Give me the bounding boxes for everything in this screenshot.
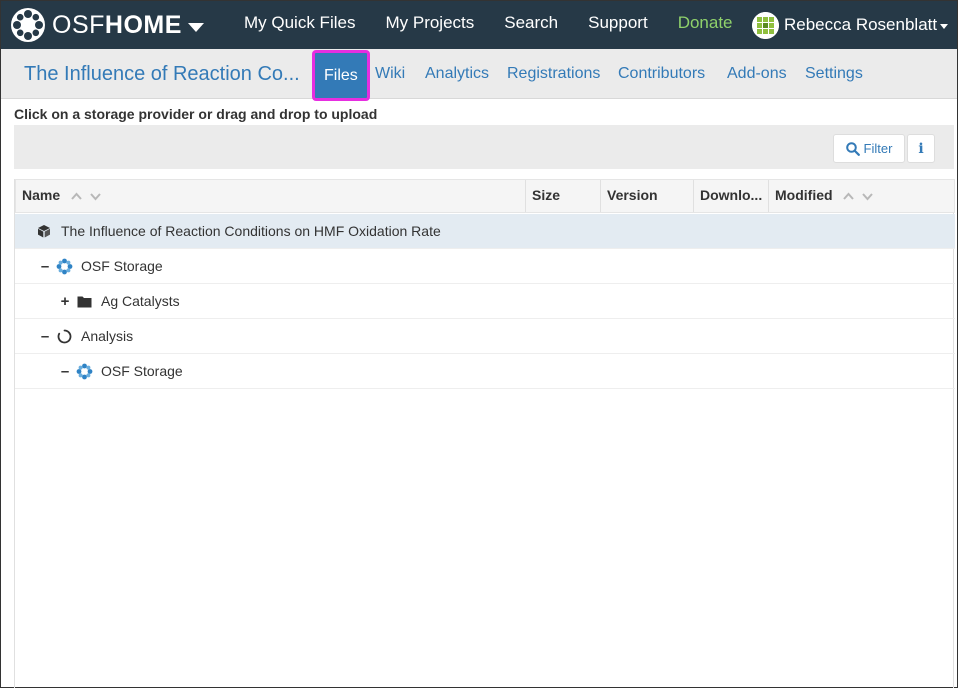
- tree-row-label: OSF Storage: [101, 363, 183, 379]
- nav-search[interactable]: Search: [489, 1, 573, 49]
- nav-my-projects[interactable]: My Projects: [370, 1, 489, 49]
- tree-row-analysis[interactable]: – Analysis: [15, 319, 955, 354]
- project-title-link[interactable]: The Influence of Reaction Co...: [24, 49, 300, 99]
- tree-row-ag-catalysts[interactable]: + Ag Catalysts: [15, 284, 955, 319]
- tab-registrations[interactable]: Registrations: [507, 49, 600, 99]
- brand-text: OSFHOME: [52, 11, 182, 40]
- sort-arrows-icon[interactable]: [842, 190, 876, 202]
- osf-storage-icon: [75, 362, 93, 380]
- column-name-label: Name: [22, 187, 61, 203]
- upload-hint: Click on a storage provider or drag and …: [14, 106, 378, 122]
- collapse-toggle[interactable]: –: [58, 363, 72, 380]
- collapse-toggle[interactable]: –: [38, 258, 52, 275]
- brand-osf: OSF: [52, 10, 105, 39]
- osf-logo-icon: [11, 8, 45, 42]
- column-name[interactable]: Name: [16, 180, 525, 212]
- tab-files[interactable]: Files: [312, 50, 370, 101]
- project-subnav: The Influence of Reaction Co... Files Wi…: [1, 49, 957, 101]
- column-size[interactable]: Size: [525, 180, 600, 212]
- expand-toggle[interactable]: +: [58, 293, 72, 310]
- tab-contributors[interactable]: Contributors: [618, 49, 705, 99]
- filter-label: Filter: [863, 141, 893, 156]
- tree-row-osf-storage-analysis[interactable]: – OSF Storage: [15, 354, 955, 389]
- chevron-down-icon: [187, 22, 204, 32]
- tab-analytics[interactable]: Analytics: [425, 49, 489, 99]
- column-modified-label: Modified: [775, 187, 833, 203]
- file-tree-grid: Name Size Version Downlo... Modified The…: [14, 179, 955, 688]
- avatar: [752, 11, 779, 39]
- file-toolbar: Filter i: [14, 125, 954, 169]
- tree-row-label: Analysis: [81, 328, 134, 344]
- user-menu[interactable]: Rebecca Rosenblatt: [752, 1, 949, 49]
- tab-add-ons[interactable]: Add-ons: [727, 49, 787, 99]
- nav-support[interactable]: Support: [573, 1, 663, 49]
- info-button[interactable]: i: [907, 134, 935, 163]
- top-navbar: OSFHOME My Quick Files My Projects Searc…: [1, 1, 957, 49]
- tree-row-project[interactable]: The Influence of Reaction Conditions on …: [15, 214, 955, 249]
- sort-arrows-icon[interactable]: [70, 190, 104, 202]
- tree-row-osf-storage[interactable]: – OSF Storage: [15, 249, 955, 284]
- tab-settings[interactable]: Settings: [805, 49, 863, 99]
- user-name: Rebecca Rosenblatt: [784, 15, 938, 34]
- project-cube-icon: [35, 222, 53, 240]
- column-modified[interactable]: Modified: [768, 180, 954, 212]
- column-version[interactable]: Version: [600, 180, 693, 212]
- loading-spinner-icon: [55, 327, 73, 345]
- nav-donate[interactable]: Donate: [663, 1, 748, 49]
- tree-row-label: Ag Catalysts: [101, 293, 180, 309]
- grid-header: Name Size Version Downlo... Modified: [15, 179, 955, 213]
- osf-storage-icon: [55, 257, 73, 275]
- osf-home-brand[interactable]: OSFHOME: [10, 1, 204, 49]
- brand-home: HOME: [104, 10, 182, 39]
- tree-row-label: OSF Storage: [81, 258, 163, 274]
- filter-button[interactable]: Filter: [833, 134, 905, 163]
- caret-down-icon: [940, 23, 949, 29]
- folder-icon: [75, 292, 93, 310]
- info-icon: i: [918, 140, 924, 157]
- column-downloads[interactable]: Downlo...: [693, 180, 768, 212]
- nav-my-quick-files[interactable]: My Quick Files: [229, 1, 370, 49]
- search-icon: [845, 141, 860, 156]
- collapse-toggle[interactable]: –: [38, 328, 52, 345]
- tab-wiki[interactable]: Wiki: [375, 49, 405, 99]
- tree-row-label: The Influence of Reaction Conditions on …: [61, 223, 441, 239]
